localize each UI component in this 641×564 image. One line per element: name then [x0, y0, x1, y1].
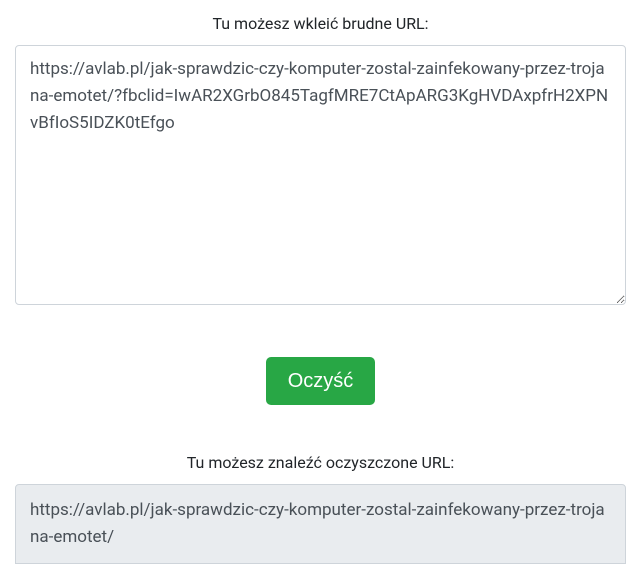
- dirty-url-input[interactable]: [15, 45, 626, 305]
- input-label: Tu możesz wkleić brudne URL:: [15, 14, 626, 33]
- output-label: Tu możesz znaleźć oczyszczone URL:: [15, 453, 626, 472]
- url-cleaner-form: Tu możesz wkleić brudne URL: Oczyść Tu m…: [0, 14, 641, 564]
- button-row: Oczyść: [15, 357, 626, 405]
- cleaned-url-output: https://avlab.pl/jak-sprawdzic-czy-kompu…: [15, 484, 626, 564]
- clean-button[interactable]: Oczyść: [266, 357, 376, 405]
